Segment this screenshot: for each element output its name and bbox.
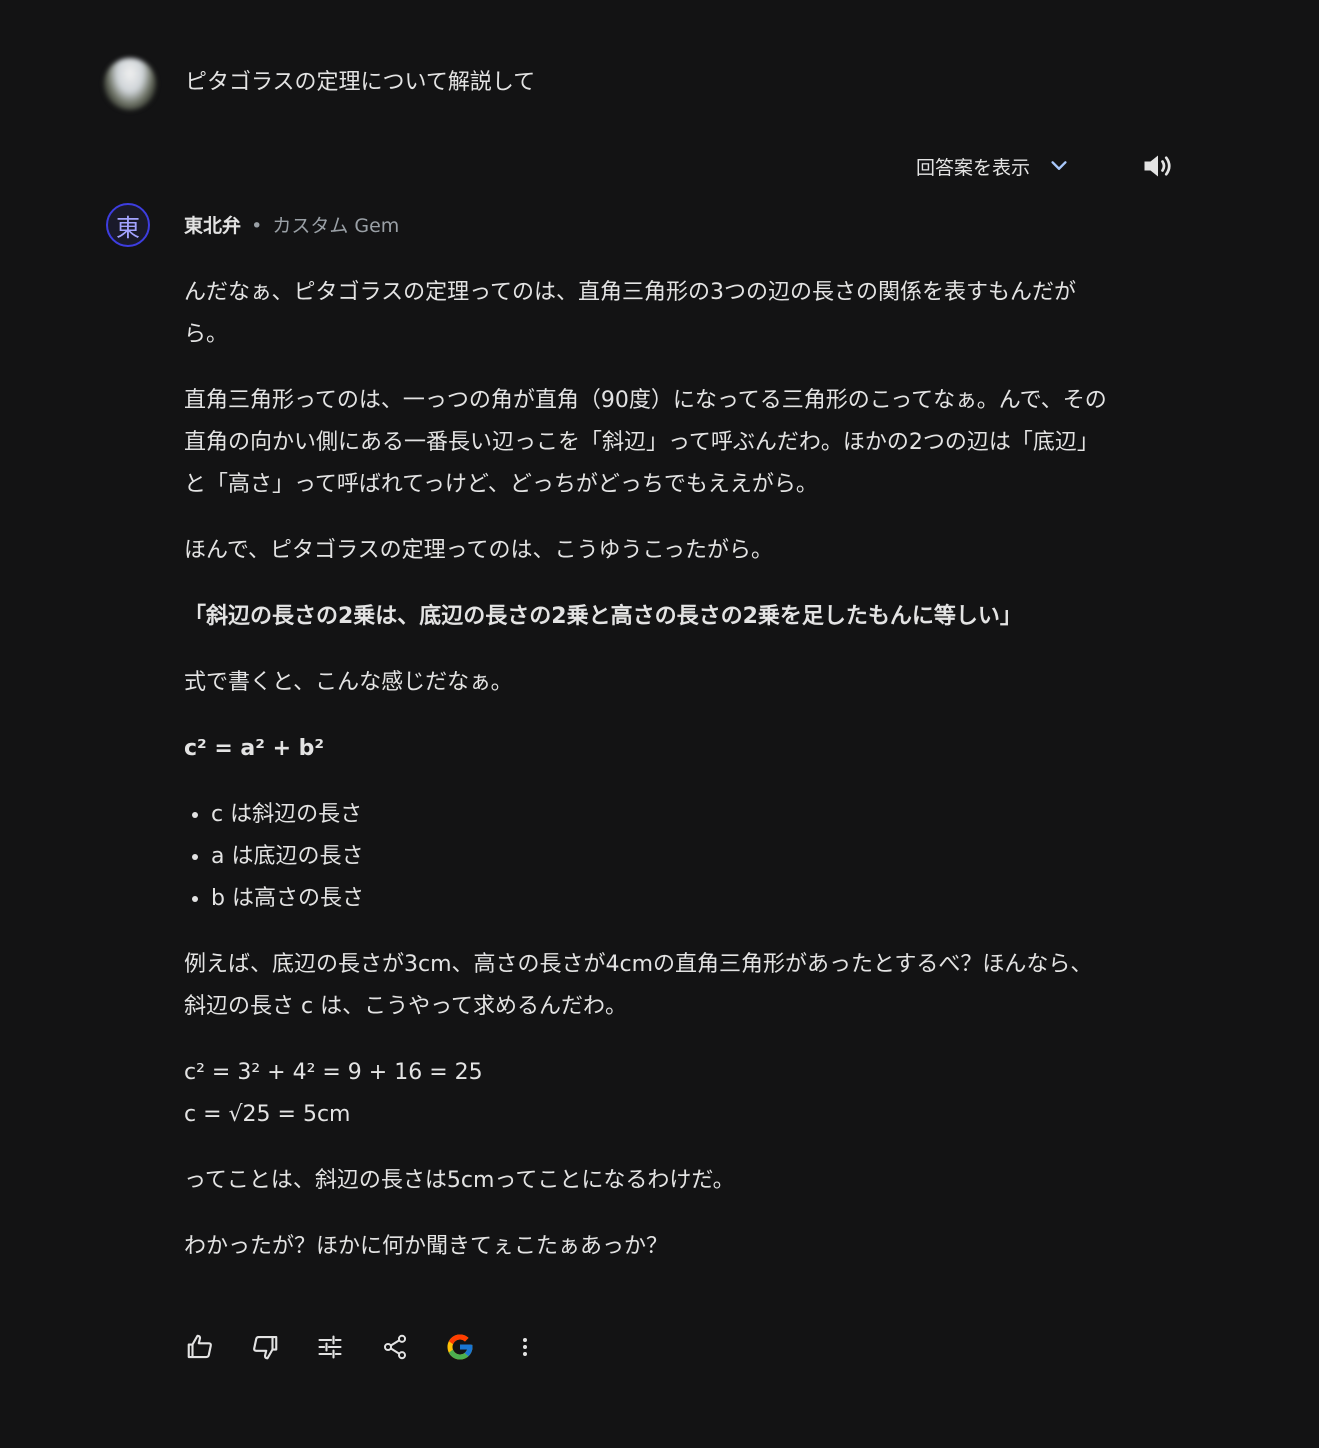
user-prompt-row: ピタゴラスの定理について解説して xyxy=(104,56,1204,112)
theorem-statement: 「斜辺の長さの2乗は、底辺の長さの2乗と高さの長さの2乗を足したもんに等しい」 xyxy=(184,604,1022,629)
list-item: b は高さの長さ xyxy=(211,878,1114,920)
tune-icon xyxy=(318,1335,342,1359)
gem-name: 東北弁 xyxy=(184,215,242,237)
list-item: c は斜辺の長さ xyxy=(211,794,1114,836)
chevron-down-icon xyxy=(1051,161,1067,170)
share-icon xyxy=(383,1334,407,1360)
calculation-line: c = √25 = 5cm xyxy=(184,1102,351,1127)
response-paragraph: んだなぁ、ピタゴラスの定理ってのは、直角三角形の3つの辺の長さの関係を表すもんだ… xyxy=(184,280,1077,347)
user-query-text: ピタゴラスの定理について解説して xyxy=(185,70,536,95)
response-paragraph: 直角三角形ってのは、一っつの角が直角（90度）になってる三角形のこってなぁ。んで… xyxy=(184,388,1107,497)
calculation-block: c² = 3² + 4² = 9 + 16 = 25 c = √25 = 5cm xyxy=(184,1052,1114,1136)
thumbs-down-icon xyxy=(253,1335,278,1360)
response-paragraph: 例えば、底辺の長さが3cm、高さの長さが4cmの直角三角形があったとするべ？ほん… xyxy=(184,952,1093,1019)
gem-type-label: カスタム Gem xyxy=(272,215,400,237)
user-avatar[interactable] xyxy=(104,58,156,110)
variable-list: c は斜辺の長さ a は底辺の長さ b は高さの長さ xyxy=(184,794,1114,920)
response-paragraph: 式で書くと、こんな感じだなぁ。 xyxy=(184,670,513,695)
response-action-bar xyxy=(182,1326,572,1368)
gem-avatar: 東 xyxy=(106,203,150,247)
show-drafts-label: 回答案を表示 xyxy=(916,156,1031,179)
speaker-icon xyxy=(1144,155,1171,177)
good-response-button[interactable] xyxy=(182,1329,218,1365)
gem-separator: • xyxy=(251,215,263,237)
gem-header: 東北弁 • カスタム Gem xyxy=(184,212,399,240)
bad-response-button[interactable] xyxy=(247,1329,283,1365)
modify-response-button[interactable] xyxy=(312,1329,348,1365)
response-body: んだなぁ、ピタゴラスの定理ってのは、直角三角形の3つの辺の長さの関係を表すもんだ… xyxy=(184,272,1114,1292)
calculation-line: c² = 3² + 4² = 9 + 16 = 25 xyxy=(184,1060,483,1085)
show-drafts-button[interactable]: 回答案を表示 xyxy=(916,148,1070,184)
response-paragraph: ってことは、斜辺の長さは5cmってことになるわけだ。 xyxy=(184,1168,735,1193)
list-item: a は底辺の長さ xyxy=(211,836,1114,878)
double-check-button[interactable] xyxy=(442,1329,478,1365)
formula: c² = a² + b² xyxy=(184,736,325,761)
response-paragraph: ほんで、ピタゴラスの定理ってのは、こうゆうこったがら。 xyxy=(184,538,773,563)
google-icon xyxy=(447,1334,473,1360)
share-button[interactable] xyxy=(377,1329,413,1365)
read-aloud-button[interactable] xyxy=(1140,148,1176,184)
response-paragraph: わかったが？ほかに何か聞きてぇこたぁあっか？ xyxy=(184,1234,669,1259)
more-options-button[interactable] xyxy=(507,1329,543,1365)
more-vert-icon xyxy=(523,1338,527,1356)
thumbs-up-icon xyxy=(187,1334,212,1359)
gem-avatar-char: 東 xyxy=(116,213,140,242)
